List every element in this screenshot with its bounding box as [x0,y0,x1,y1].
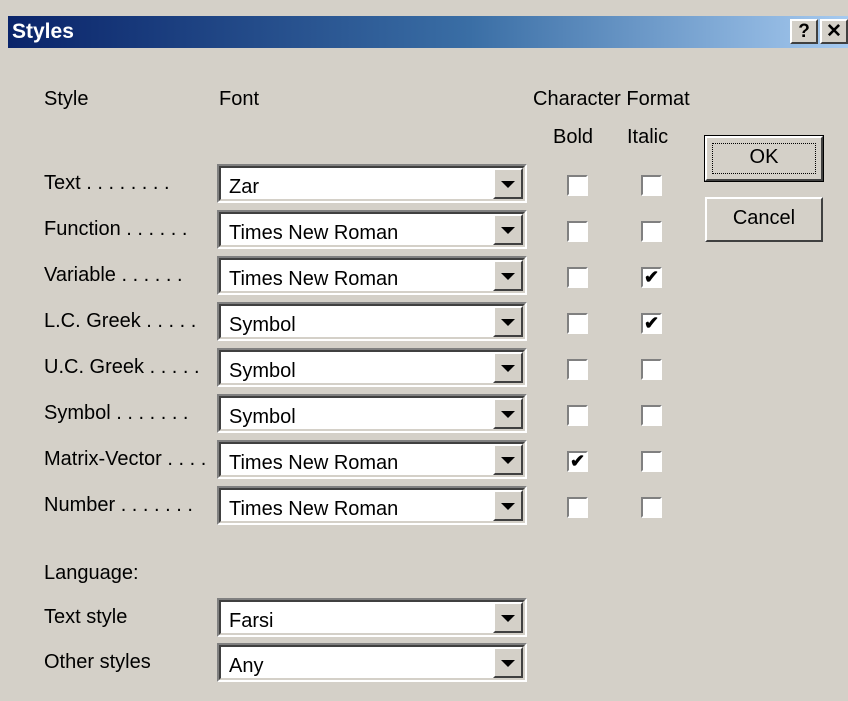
chevron-down-icon[interactable] [493,490,523,521]
chevron-down-icon[interactable] [493,306,523,337]
bold-checkbox[interactable] [567,267,588,288]
cancel-button[interactable]: Cancel [705,197,823,242]
font-dropdown-value: Times New Roman [229,498,399,520]
close-button[interactable]: ✕ [820,19,848,44]
italic-checkbox[interactable] [641,451,662,472]
font-column-header: Font [219,88,260,110]
styles-dialog: Styles ? ✕ Style Font Character Format B… [0,0,848,701]
chevron-down-icon[interactable] [493,444,523,475]
ok-button[interactable]: OK [704,135,824,182]
italic-checkbox[interactable] [641,221,662,242]
help-button[interactable]: ? [790,19,818,44]
style-row-label: U.C. Greek . . . . . [44,356,200,378]
other-styles-label: Other styles [44,651,151,673]
bold-column-header: Bold [553,126,594,148]
italic-checkbox[interactable]: ✔ [641,267,662,288]
bold-checkbox[interactable] [567,221,588,242]
text-style-value: Farsi [229,610,274,632]
focus-rectangle [712,143,816,174]
italic-checkbox[interactable] [641,405,662,426]
character-format-header: Character Format [533,88,690,110]
style-row-label: Function . . . . . . [44,218,188,240]
close-icon: ✕ [826,21,842,42]
language-heading: Language: [44,562,139,584]
style-row-label: Matrix-Vector . . . . [44,448,207,470]
font-dropdown-value: Symbol [229,406,296,428]
font-dropdown-value: Times New Roman [229,268,399,290]
style-row-label: Number . . . . . . . [44,494,193,516]
chevron-down-icon[interactable] [493,214,523,245]
bold-checkbox[interactable] [567,405,588,426]
other-styles-dropdown[interactable]: Any [217,643,527,682]
font-dropdown[interactable]: Zar [217,164,527,203]
title-bar[interactable]: Styles ? ✕ [8,16,848,48]
style-row-label: L.C. Greek . . . . . [44,310,197,332]
font-dropdown[interactable]: Times New Roman [217,256,527,295]
italic-column-header: Italic [627,126,669,148]
font-dropdown[interactable]: Symbol [217,348,527,387]
chevron-down-icon[interactable] [493,260,523,291]
help-icon: ? [798,21,810,42]
italic-checkbox[interactable]: ✔ [641,313,662,334]
chevron-down-icon[interactable] [493,398,523,429]
text-style-dropdown[interactable]: Farsi [217,598,527,637]
style-row-label: Variable . . . . . . [44,264,183,286]
window-title: Styles [12,20,74,43]
checkmark-icon: ✔ [644,313,660,333]
font-dropdown[interactable]: Symbol [217,394,527,433]
checkmark-icon: ✔ [644,267,660,287]
bold-checkbox[interactable] [567,359,588,380]
bold-checkbox[interactable] [567,497,588,518]
other-styles-value: Any [229,655,264,677]
font-dropdown-value: Times New Roman [229,222,399,244]
italic-checkbox[interactable] [641,359,662,380]
style-row-label: Symbol . . . . . . . [44,402,189,424]
bold-checkbox[interactable]: ✔ [567,451,588,472]
font-dropdown-value: Symbol [229,314,296,336]
font-dropdown-value: Times New Roman [229,452,399,474]
bold-checkbox[interactable] [567,175,588,196]
font-dropdown[interactable]: Times New Roman [217,210,527,249]
cancel-button-label: Cancel [732,207,796,229]
font-dropdown[interactable]: Symbol [217,302,527,341]
checkmark-icon: ✔ [570,451,586,471]
bold-checkbox[interactable] [567,313,588,334]
italic-checkbox[interactable] [641,175,662,196]
chevron-down-icon[interactable] [493,168,523,199]
chevron-down-icon[interactable] [493,352,523,383]
style-row-label: Text . . . . . . . . [44,172,170,194]
chevron-down-icon[interactable] [493,602,523,633]
font-dropdown[interactable]: Times New Roman [217,440,527,479]
style-column-header: Style [44,88,89,110]
italic-checkbox[interactable] [641,497,662,518]
text-style-label: Text style [44,606,128,628]
chevron-down-icon[interactable] [493,647,523,678]
font-dropdown[interactable]: Times New Roman [217,486,527,525]
font-dropdown-value: Symbol [229,360,296,382]
font-dropdown-value: Zar [229,176,259,198]
